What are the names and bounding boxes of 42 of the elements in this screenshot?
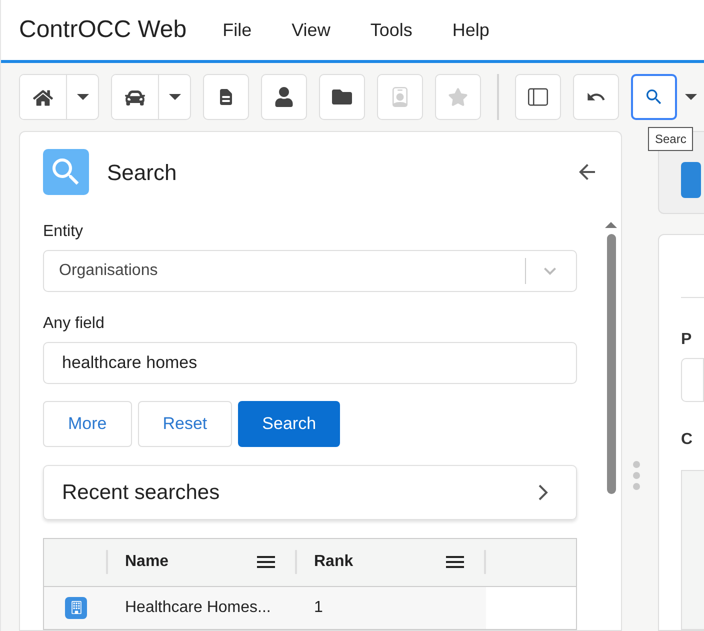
drag-handle-icon[interactable] <box>633 461 640 490</box>
secondary-button[interactable]: Reset <box>138 401 232 448</box>
input-field[interactable]: healthcare homes <box>43 342 577 384</box>
search-button[interactable]: Search <box>238 401 340 448</box>
column-header[interactable]: Rank <box>314 550 354 574</box>
caret-icon <box>76 94 88 100</box>
person-icon <box>274 87 294 107</box>
building-icon <box>65 596 87 619</box>
document-button[interactable] <box>203 74 249 120</box>
table-cell-text: 1 <box>313 598 323 618</box>
undo-button[interactable] <box>573 74 619 120</box>
search-icon <box>43 149 89 195</box>
menu-item[interactable]: Help <box>452 16 490 44</box>
search-icon <box>644 87 664 107</box>
app-title: ContrOCC Web <box>19 15 187 45</box>
secondary-button[interactable]: More <box>43 401 132 448</box>
field-label: Entity <box>43 222 84 242</box>
menu-item[interactable]: Tools <box>370 16 412 44</box>
input-field[interactable] <box>681 358 704 402</box>
panel-title: Search <box>107 158 177 186</box>
search-button[interactable] <box>631 74 677 120</box>
field-label: P <box>681 330 693 350</box>
column-header[interactable]: Name <box>125 550 169 574</box>
person-button[interactable] <box>261 74 307 120</box>
chevron-right-icon <box>538 484 548 502</box>
tooltip: Searc <box>648 127 694 151</box>
panel-icon <box>528 87 548 107</box>
entity-select[interactable]: Organisations <box>43 250 577 292</box>
recent-searches-card[interactable]: Recent searches <box>43 465 577 520</box>
panel-button[interactable] <box>515 74 561 120</box>
person-card-icon <box>390 87 410 107</box>
menu-item[interactable]: View <box>292 16 330 44</box>
field-label: C <box>681 430 694 450</box>
caret-icon <box>168 94 180 100</box>
table-cell-text: Healthcare Homes... <box>124 598 272 618</box>
caret-icon <box>685 94 697 100</box>
folder-icon <box>332 87 352 107</box>
car-icon <box>125 88 145 108</box>
folder-button[interactable] <box>319 74 365 120</box>
home-icon <box>33 88 53 108</box>
field-label: Any field <box>43 314 106 334</box>
menu-item[interactable]: File <box>222 16 252 44</box>
